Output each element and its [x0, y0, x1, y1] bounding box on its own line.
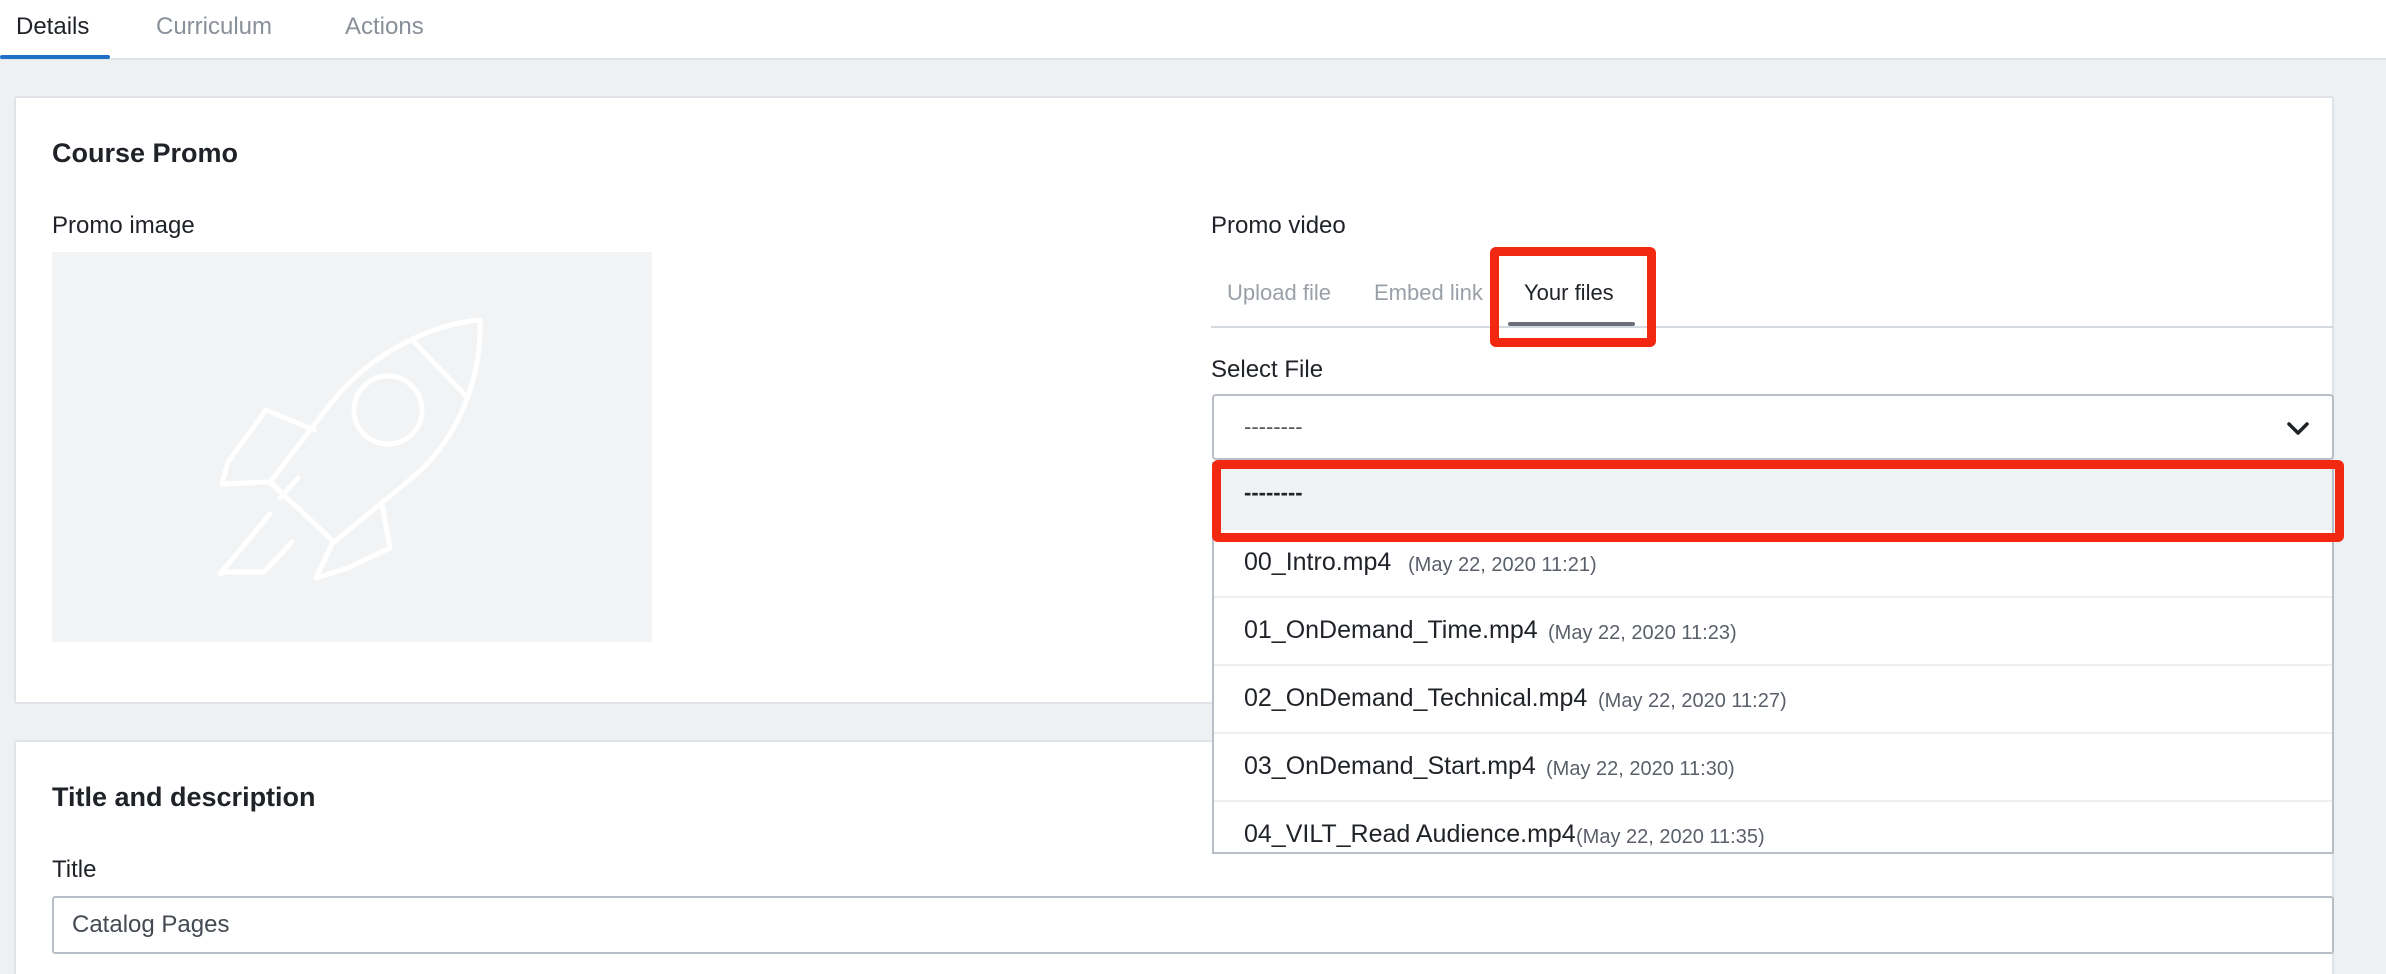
- rocket-icon: [217, 317, 483, 581]
- option-name: 03_OnDemand_Start.mp4: [1244, 752, 1536, 780]
- option-date: (May 22, 2020 11:35): [1576, 826, 1765, 848]
- option-file[interactable]: 02_OnDemand_Technical.mp4 (May 22, 2020 …: [1214, 666, 2332, 734]
- tab-your-files[interactable]: Your files: [1524, 280, 1614, 306]
- title-input[interactable]: [52, 896, 2334, 954]
- option-date: (May 22, 2020 11:21): [1408, 554, 1597, 576]
- video-tab-indicator: [1508, 322, 1635, 326]
- option-file[interactable]: 03_OnDemand_Start.mp4 (May 22, 2020 11:3…: [1214, 734, 2332, 802]
- option-name: 02_OnDemand_Technical.mp4: [1244, 684, 1588, 712]
- promo-video-label: Promo video: [1211, 212, 1346, 239]
- option-file[interactable]: 01_OnDemand_Time.mp4 (May 22, 2020 11:23…: [1214, 598, 2332, 666]
- tab-curriculum[interactable]: Curriculum: [156, 0, 272, 60]
- option-date: (May 22, 2020 11:23): [1548, 622, 1737, 644]
- option-file[interactable]: 04_VILT_Read Audience.mp4 (May 22, 2020 …: [1214, 802, 2332, 852]
- option-name: --------: [1244, 480, 1303, 505]
- select-file-dropdown[interactable]: --------: [1212, 394, 2334, 460]
- chevron-down-icon: [2287, 422, 2309, 435]
- file-options-list: -------- 00_Intro.mp4 (May 22, 2020 11:2…: [1212, 462, 2334, 854]
- title-description-heading: Title and description: [52, 782, 316, 812]
- course-promo-title: Course Promo: [52, 138, 239, 168]
- title-label: Title: [52, 856, 97, 883]
- option-date: (May 22, 2020 11:30): [1546, 758, 1735, 780]
- tab-embed-link[interactable]: Embed link: [1374, 280, 1483, 306]
- option-name: 04_VILT_Read Audience.mp4: [1244, 820, 1576, 848]
- top-tab-bar: Details Curriculum Actions: [0, 0, 2386, 60]
- select-file-label: Select File: [1211, 356, 1324, 383]
- tab-details[interactable]: Details: [16, 0, 89, 60]
- tab-actions[interactable]: Actions: [345, 0, 424, 60]
- option-name: 00_Intro.mp4: [1244, 548, 1392, 576]
- select-file-value: --------: [1244, 414, 1303, 439]
- promo-image-label: Promo image: [52, 212, 195, 239]
- option-blank[interactable]: --------: [1214, 462, 2332, 530]
- option-file[interactable]: 00_Intro.mp4 (May 22, 2020 11:21): [1214, 530, 2332, 598]
- tab-upload-file[interactable]: Upload file: [1227, 280, 1331, 306]
- option-name: 01_OnDemand_Time.mp4: [1244, 616, 1538, 644]
- promo-image-placeholder[interactable]: [52, 252, 652, 642]
- promo-video-tabs: Upload file Embed link Your files: [1211, 268, 2334, 328]
- option-date: (May 22, 2020 11:27): [1598, 690, 1787, 712]
- active-tab-indicator: [0, 55, 110, 59]
